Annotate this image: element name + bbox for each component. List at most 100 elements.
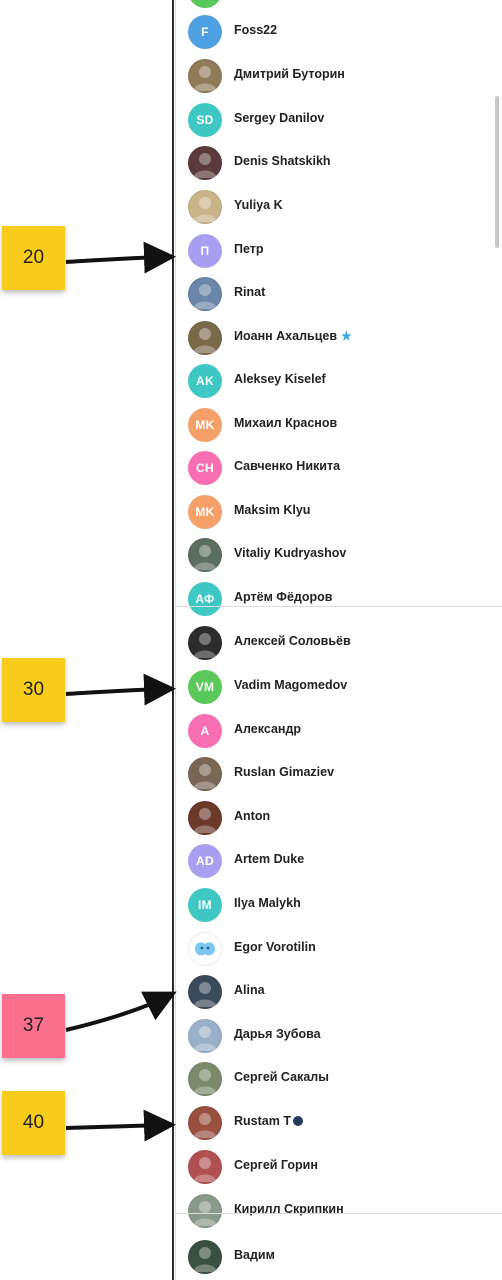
contact-name: Артём Фёдоров <box>234 590 332 604</box>
contact-name: Denis Shatskikh <box>234 154 331 168</box>
arrow-37 <box>65 991 177 1032</box>
contact-name-text: Ilya Malykh <box>234 896 301 910</box>
arrow-30 <box>65 673 176 706</box>
contact-name-text: Vitaliy Kudryashov <box>234 546 347 560</box>
contact-name: Aleksey Kiselef <box>234 372 326 386</box>
photo-avatar-icon <box>188 277 222 311</box>
contact-name-text: Anton <box>234 809 271 823</box>
photo-avatar-icon <box>188 190 222 224</box>
avatar-initials: SD <box>188 103 222 137</box>
photo-avatar-icon <box>188 1106 222 1140</box>
contact-name-text: Сергей Горин <box>234 1158 318 1172</box>
contact-row[interactable]: Ruslan Gimaziev <box>176 753 496 797</box>
contact-row[interactable]: Дарья Зубова <box>176 1015 496 1059</box>
avatar-initials: П <box>188 234 222 268</box>
annotation-arrows <box>65 241 177 1142</box>
contact-row[interactable]: Вадим <box>176 1236 496 1280</box>
avatar-initials-text: АФ <box>195 592 215 606</box>
contact-row[interactable]: Denis Shatskikh <box>176 142 496 186</box>
contact-name-text: Алексей Соловьёв <box>234 634 351 648</box>
photo-avatar-icon <box>188 538 222 572</box>
contact-row[interactable]: Алексей Соловьёв <box>176 622 496 666</box>
contact-name-text: Egor Vorotilin <box>234 940 316 954</box>
contact-row[interactable]: Иоанн Ахальцев ★ <box>176 317 496 361</box>
contact-name-text: Вадим <box>234 1248 275 1262</box>
contact-row[interactable]: Vitaliy Kudryashov <box>176 534 496 578</box>
photo-avatar-icon <box>188 975 222 1009</box>
contact-row[interactable]: Yuliya K <box>176 186 496 230</box>
contact-name: Ilya Malykh <box>234 896 301 910</box>
contact-name: Савченко Никита <box>234 459 340 473</box>
contact-row[interactable]: VM Vadim Magomedov <box>176 666 496 710</box>
avatar-initials-text: MK <box>195 505 215 519</box>
contact-name-text: Александр <box>234 722 302 736</box>
avatar-initials-text: CH <box>196 461 214 475</box>
contact-row[interactable]: SD Sergey Danilov <box>176 99 496 143</box>
contact-name-text: Vadim Magomedov <box>234 678 348 692</box>
contact-name-text: Alina <box>234 983 265 997</box>
photo-avatar-icon <box>188 1150 222 1184</box>
contact-row[interactable]: AD Artem Duke <box>176 840 496 884</box>
avatar-initials-text: SD <box>196 113 214 127</box>
contact-name: Вадим <box>234 1248 275 1262</box>
contact-name: Иоанн Ахальцев ★ <box>234 329 352 343</box>
photo-avatar-icon <box>188 1062 222 1096</box>
avatar-initials-text: IM <box>198 898 212 912</box>
avatar-initials: АФ <box>188 582 222 616</box>
contact-row[interactable]: Дмитрий Буторин <box>176 55 496 99</box>
contact-name: Foss22 <box>234 23 277 37</box>
contact-name: Alina <box>234 983 265 997</box>
contact-name: Александр <box>234 722 301 736</box>
avatar-initials: AK <box>188 364 222 398</box>
contact-name-text: Rinat <box>234 285 266 299</box>
contact-name-text: Yuliya K <box>234 198 283 212</box>
avatar-initials: CH <box>188 451 222 485</box>
contact-row[interactable]: F Foss22 <box>176 11 496 55</box>
contact-name: Egor Vorotilin <box>234 940 316 954</box>
contact-row[interactable]: Anton <box>176 797 496 841</box>
contact-name: Sergey Danilov <box>234 111 324 125</box>
contact-row[interactable]: AK Aleksey Kiselef <box>176 360 496 404</box>
contact-name: Anton <box>234 809 270 823</box>
contact-name: Михаил Краснов <box>234 416 337 430</box>
stitch-seam <box>176 1213 502 1214</box>
contact-name-text: Denis Shatskikh <box>234 154 331 168</box>
contact-name-text: Михаил Краснов <box>234 416 338 430</box>
contact-name: Дмитрий Буторин <box>234 67 345 81</box>
contact-row[interactable]: Rinat <box>176 273 496 317</box>
contact-name-text: Дмитрий Буторин <box>234 67 345 81</box>
contact-name: Алексей Соловьёв <box>234 634 351 648</box>
contact-name-text: Maksim Klyu <box>234 503 311 517</box>
contact-row[interactable]: АФ Артём Фёдоров <box>176 578 496 622</box>
contact-row[interactable]: Egor Vorotilin <box>176 928 496 972</box>
avatar-initials: A <box>188 714 222 748</box>
contact-row[interactable]: MK Михаил Краснов <box>176 404 496 448</box>
contact-name: Vitaliy Kudryashov <box>234 546 346 560</box>
contact-row[interactable]: П Петр <box>176 230 496 274</box>
contact-name-text: Sergey Danilov <box>234 111 325 125</box>
sticker-avatar-icon <box>188 932 222 966</box>
contact-row[interactable]: Сергей Сакалы <box>176 1058 496 1102</box>
star-badge-icon: ★ <box>341 329 352 343</box>
contact-name-text: Савченко Никита <box>234 459 341 473</box>
avatar-initials: AD <box>188 844 222 878</box>
contact-row[interactable]: A Александр <box>176 710 496 754</box>
avatar-initials-text: F <box>201 25 209 39</box>
contact-row[interactable]: Кирилл Скрипкин <box>176 1190 496 1234</box>
photo-avatar-icon <box>188 321 222 355</box>
contact-row[interactable]: Сергей Горин <box>176 1146 496 1190</box>
contact-row[interactable]: CH Савченко Никита <box>176 447 496 491</box>
contact-row[interactable]: MK Maksim Klyu <box>176 491 496 535</box>
moon-emoji-icon <box>292 1116 303 1126</box>
stitch-seam <box>176 606 502 607</box>
contact-row[interactable]: IM Ilya Malykh <box>176 884 496 928</box>
photo-avatar-icon <box>188 1019 222 1053</box>
contact-row[interactable]: Rustam T <box>176 1102 496 1146</box>
avatar-initials: MK <box>188 495 222 529</box>
contact-name-text: Петр <box>234 242 264 256</box>
contact-name-text: Иоанн Ахальцев <box>234 329 338 343</box>
contact-name: Петр <box>234 242 264 256</box>
contact-row[interactable]: Alina <box>176 971 496 1015</box>
contact-name: Сергей Сакалы <box>234 1070 329 1084</box>
contact-name: Ruslan Gimaziev <box>234 765 334 779</box>
